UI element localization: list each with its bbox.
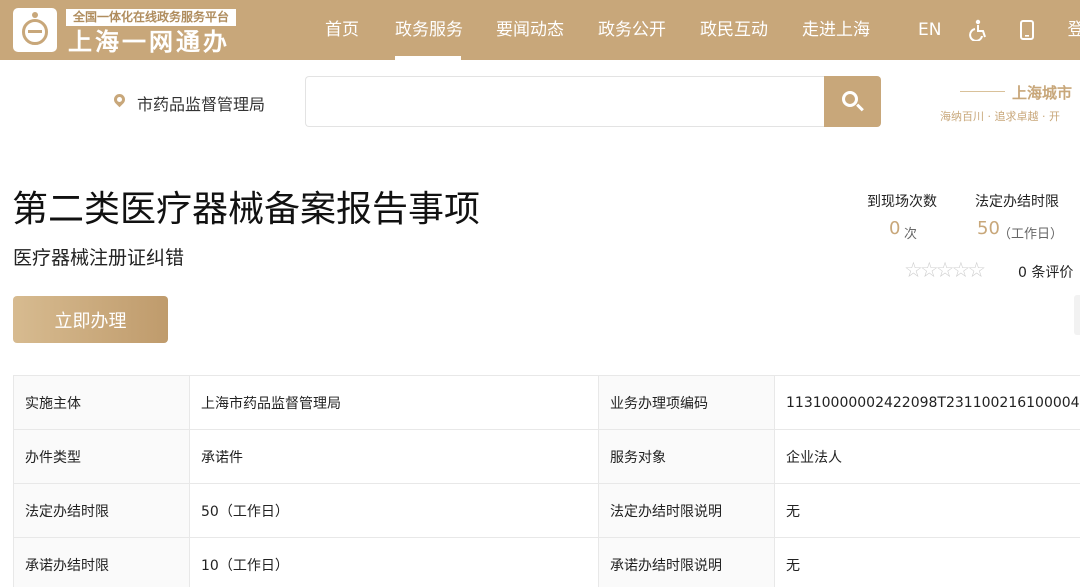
mobile-phone-icon[interactable] (1020, 0, 1034, 60)
promo-subtitle: 海纳百川 · 追求卓越 · 开 (940, 110, 1060, 123)
detail-label: 法定办结时限说明 (598, 483, 775, 538)
detail-label: 承诺办结时限 (13, 537, 190, 587)
location-pin-icon (111, 91, 128, 108)
search-input[interactable] (305, 76, 825, 127)
stat-visits-unit: 次 (904, 227, 918, 242)
search-button[interactable] (824, 76, 881, 127)
side-float-tab[interactable] (1074, 295, 1080, 335)
nav-government-affairs[interactable]: 政务公开 (598, 0, 666, 60)
language-toggle[interactable]: EN (918, 0, 941, 60)
login-link[interactable]: 登 (1066, 0, 1080, 60)
nav-public-interaction[interactable]: 政民互动 (700, 0, 768, 60)
apply-now-button[interactable]: 立即办理 (13, 296, 168, 343)
stat-deadline-unit: （工作日） (998, 227, 1064, 242)
detail-value: 企业法人 (774, 429, 1080, 484)
nav-news[interactable]: 要闻动态 (496, 0, 564, 60)
logo-title[interactable]: 上海一网通办 (68, 28, 230, 56)
detail-value: 无 (774, 483, 1080, 538)
stat-deadline-value: 50 (977, 218, 1000, 239)
detail-label: 承诺办结时限说明 (598, 537, 775, 587)
detail-value: 无 (774, 537, 1080, 587)
stat-visits-value: 0 (889, 218, 901, 239)
detail-label: 办件类型 (13, 429, 190, 484)
table-row: 承诺办结时限 10（工作日） 承诺办结时限说明无 (13, 537, 1080, 587)
nav-about-shanghai[interactable]: 走进上海 (802, 0, 870, 60)
logo-subtitle: 全国一体化在线政务服务平台 (66, 9, 237, 26)
detail-value: 11310000002422098T231100216100004 (774, 375, 1080, 430)
detail-value: 上海市药品监督管理局 (189, 375, 599, 430)
stat-visits-label: 到现场次数 (867, 194, 937, 210)
table-row: 法定办结时限 50（工作日） 法定办结时限说明无 (13, 483, 1080, 538)
promo-divider (960, 91, 1005, 92)
detail-value: 承诺件 (189, 429, 599, 484)
wheelchair-icon[interactable] (969, 0, 989, 60)
table-row: 实施主体 上海市药品监督管理局 业务办理项编码 11310000002422098T2… (13, 375, 1080, 430)
detail-label: 业务办理项编码 (598, 375, 775, 430)
top-header: 全国一体化在线政务服务平台 上海一网通办 首页 政务服务 要闻动态 政务公开 政… (0, 0, 1080, 60)
item-subtitle: 医疗器械注册证纠错 (13, 247, 185, 269)
detail-label: 实施主体 (13, 375, 190, 430)
department-location[interactable]: 市药品监督管理局 (137, 91, 265, 115)
details-table: 实施主体 上海市药品监督管理局 业务办理项编码 11310000002422098T2… (13, 375, 1080, 587)
detail-label: 法定办结时限 (13, 483, 190, 538)
detail-label: 服务对象 (598, 429, 775, 484)
promo-title: 上海城市 (1012, 84, 1073, 102)
review-count[interactable]: 0 条评价 (1018, 262, 1073, 282)
detail-value: 50（工作日） (189, 483, 599, 538)
detail-value: 10（工作日） (189, 537, 599, 587)
site-logo-icon[interactable] (13, 8, 57, 52)
stat-deadline-label: 法定办结时限 (975, 194, 1059, 210)
nav-government-services[interactable]: 政务服务 (395, 0, 463, 60)
nav-home[interactable]: 首页 (325, 0, 359, 60)
table-row: 办件类型 承诺件 服务对象 企业法人 (13, 429, 1080, 484)
page-title: 第二类医疗器械备案报告事项 (12, 189, 481, 230)
rating-stars-icon[interactable]: ☆☆☆☆☆ (904, 258, 986, 282)
